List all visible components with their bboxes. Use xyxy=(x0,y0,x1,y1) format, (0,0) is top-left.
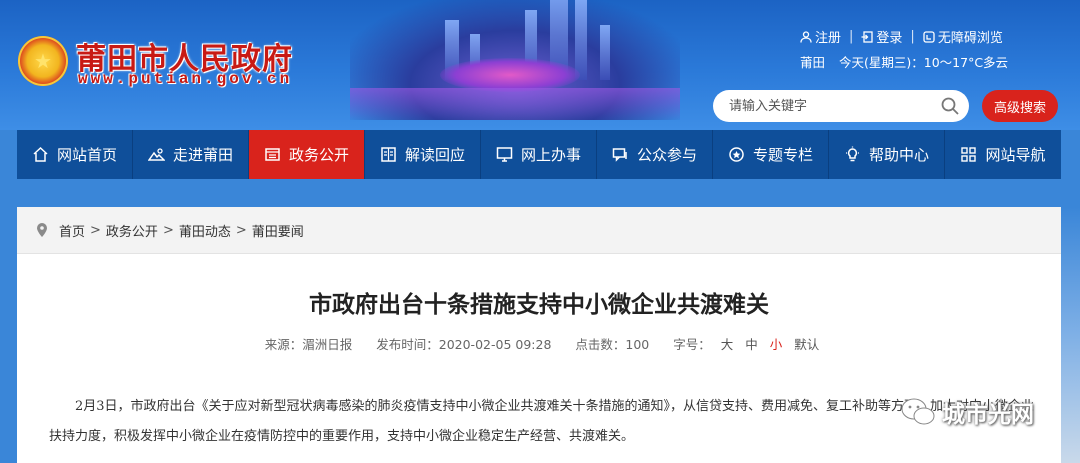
city-skyline-banner xyxy=(350,0,680,120)
article-source: 来源：湄洲日报 xyxy=(264,337,353,352)
accessible-browse-label: 无障碍浏览 xyxy=(937,31,1003,46)
article-publish-time: 发布时间：2020-02-05 09:28 xyxy=(376,337,552,352)
nav-item-about-putian[interactable]: 走进莆田 xyxy=(133,130,249,179)
national-emblem-logo[interactable]: ★ xyxy=(18,36,68,86)
book-icon xyxy=(381,147,396,162)
breadcrumb: 首页 > 政务公开 > 莆田动态 > 莆田要闻 xyxy=(17,207,1061,254)
top-links: 注册 | 登录 | 无障碍浏览 xyxy=(800,27,1003,46)
weather-info: 莆田 今天(星期三)：10～17°C多云 xyxy=(800,52,1018,71)
article-view-count: 点击数：100 xyxy=(575,337,650,352)
watermark: 城市光网 xyxy=(900,395,1034,429)
nav-item-label: 专题专栏 xyxy=(752,146,813,164)
nav-item-site-navigation[interactable]: 网站导航 xyxy=(945,130,1061,179)
font-size-small[interactable]: 小 xyxy=(770,337,783,352)
nav-item-special-topics[interactable]: 专题专栏 xyxy=(713,130,829,179)
side-decoration xyxy=(1061,207,1080,463)
font-size-medium[interactable]: 中 xyxy=(745,337,758,352)
location-pin-icon xyxy=(37,223,47,237)
home-icon xyxy=(33,146,48,162)
login-link[interactable]: 登录 xyxy=(861,27,902,46)
nav-item-public-participation[interactable]: 公众参与 xyxy=(597,130,713,179)
register-label: 注册 xyxy=(815,31,842,46)
badge-icon xyxy=(729,147,744,162)
font-size-label: 字号： xyxy=(673,337,711,352)
nav-item-government-affairs[interactable]: 政务公开 xyxy=(249,130,365,179)
lightbulb-icon xyxy=(845,146,859,162)
breadcrumb-separator: > xyxy=(162,222,174,238)
nav-item-interpretation[interactable]: 解读回应 xyxy=(365,130,481,179)
wechat-icon xyxy=(901,398,935,425)
site-url: www.putian.gov.cn xyxy=(78,70,293,88)
accessibility-icon xyxy=(923,30,935,43)
nav-item-home[interactable]: 网站首页 xyxy=(17,130,133,179)
user-icon xyxy=(800,30,812,43)
nav-item-label: 网站首页 xyxy=(56,146,117,164)
article-title: 市政府出台十条措施支持中小微企业共渡难关 xyxy=(309,292,769,318)
grid-icon xyxy=(961,147,977,162)
nav-item-online-services[interactable]: 网上办事 xyxy=(481,130,597,179)
nav-item-label: 公众参与 xyxy=(636,146,697,164)
search-input[interactable] xyxy=(727,97,931,115)
breadcrumb-government-affairs[interactable]: 政务公开 xyxy=(106,221,158,240)
nav-item-help-center[interactable]: 帮助中心 xyxy=(829,130,945,179)
site-header: ★ 莆田市人民政府 www.putian.gov.cn 注册 | 登录 | 无障… xyxy=(0,0,1080,130)
nav-item-label: 帮助中心 xyxy=(868,146,929,164)
weather-text: 今天(星期三)：10～17°C多云 xyxy=(839,55,1009,70)
watermark-text: 城市光网 xyxy=(942,402,1034,428)
nav-item-label: 网上办事 xyxy=(520,146,581,164)
article-paragraph: 2月3日，市政府出台《关于应对新型冠状病毒感染的肺炎疫情支持中小微企业共渡难关十… xyxy=(49,399,1035,444)
accessible-browse-link[interactable]: 无障碍浏览 xyxy=(923,27,1003,46)
landscape-icon xyxy=(147,148,165,161)
article-meta: 来源：湄洲日报 发布时间：2020-02-05 09:28 点击数：100 字号… xyxy=(17,334,1061,353)
nav-item-label: 网站导航 xyxy=(985,146,1046,164)
breadcrumb-home[interactable]: 首页 xyxy=(59,221,85,240)
weather-city: 莆田 xyxy=(800,55,826,70)
advanced-search-button[interactable]: 高级搜索 xyxy=(982,90,1058,122)
breadcrumb-separator: > xyxy=(235,222,247,238)
login-icon xyxy=(861,30,874,43)
breadcrumb-separator: > xyxy=(90,222,101,238)
search-icon[interactable] xyxy=(941,97,959,115)
nav-item-label: 政务公开 xyxy=(288,146,349,164)
nav-item-label: 解读回应 xyxy=(404,146,465,164)
login-label: 登录 xyxy=(876,31,903,46)
main-nav: 网站首页 走进莆田 政务公开 解读回应 网上办事 公众参与 专题专栏 帮助中心 … xyxy=(17,130,1061,179)
breadcrumb-putian-headlines[interactable]: 莆田要闻 xyxy=(252,221,304,240)
monitor-icon xyxy=(496,147,513,162)
breadcrumb-putian-news[interactable]: 莆田动态 xyxy=(179,221,231,240)
register-link[interactable]: 注册 xyxy=(800,27,841,46)
font-size-large[interactable]: 大 xyxy=(721,337,734,352)
search-box xyxy=(713,90,969,122)
document-icon xyxy=(265,148,280,161)
nav-item-label: 走进莆田 xyxy=(172,146,233,164)
font-size-default[interactable]: 默认 xyxy=(794,337,819,352)
chat-icon xyxy=(612,148,627,162)
